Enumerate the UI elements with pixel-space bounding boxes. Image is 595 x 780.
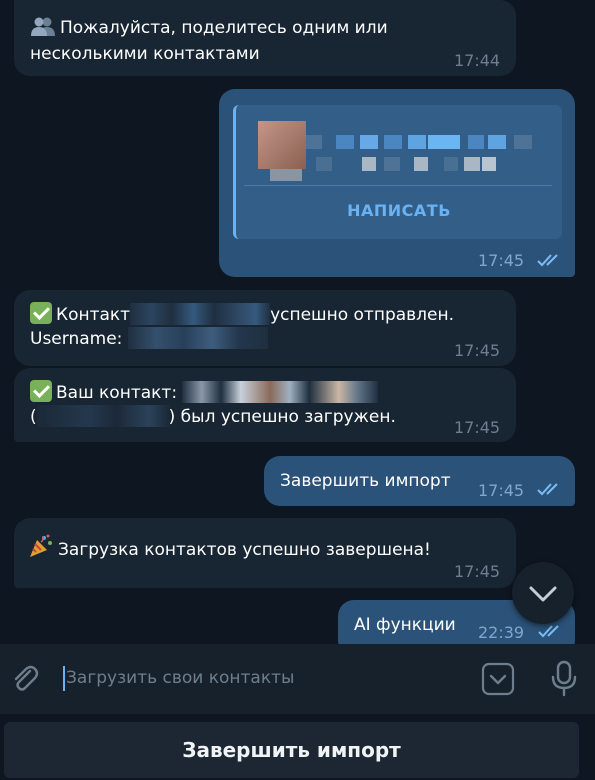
read-double-check-icon bbox=[537, 483, 558, 496]
read-double-check-icon bbox=[537, 254, 558, 267]
message-text: Ваш контакт: bbox=[56, 383, 178, 403]
read-double-check-icon bbox=[538, 625, 559, 638]
message-text: Завершить импорт bbox=[280, 471, 451, 491]
message-time: 17:45 bbox=[478, 251, 525, 270]
incoming-message[interactable]: Пожалуйста, поделитесь одним или несколь… bbox=[14, 0, 516, 76]
redacted-username bbox=[127, 327, 268, 349]
redacted-contact-name bbox=[130, 303, 271, 325]
text-cursor bbox=[63, 666, 65, 691]
message-text: Пожалуйста, поделитесь одним или bbox=[60, 18, 388, 38]
scroll-to-bottom-button[interactable] bbox=[512, 562, 574, 624]
incoming-message[interactable]: Загрузка контактов успешно завершена! 17… bbox=[14, 518, 516, 588]
message-input[interactable]: Загрузить свои контакты bbox=[66, 665, 466, 691]
message-text: успешно отправлен. bbox=[270, 305, 455, 325]
message-time: 17:45 bbox=[454, 341, 501, 360]
outgoing-contact-message[interactable]: НАПИСАТЬ 17:45 bbox=[219, 89, 575, 277]
chat-history: Пожалуйста, поделитесь одним или несколь… bbox=[0, 0, 595, 644]
card-divider bbox=[244, 185, 552, 186]
message-time: 22:39 bbox=[478, 623, 525, 642]
microphone-icon[interactable] bbox=[549, 660, 579, 698]
message-text: Контакт bbox=[56, 305, 131, 325]
message-text: несколькими контактами bbox=[30, 44, 260, 64]
redacted-phone bbox=[36, 405, 169, 427]
message-text: ( bbox=[30, 407, 37, 427]
message-composer: Загрузить свои контакты bbox=[0, 644, 595, 714]
bot-keyboard-toggle-button[interactable] bbox=[481, 662, 515, 696]
message-time: 17:45 bbox=[478, 481, 525, 500]
check-mark-icon bbox=[30, 380, 52, 402]
chevron-down-icon bbox=[529, 586, 557, 602]
incoming-message[interactable]: Контакт успешно отправлен. Username: 17:4… bbox=[14, 290, 516, 366]
redacted-contact-name bbox=[182, 381, 379, 403]
message-time: 17:44 bbox=[454, 51, 501, 70]
message-text: ) был успешно загружен. bbox=[168, 407, 396, 427]
keyboard-toggle-icon bbox=[481, 662, 515, 696]
busts-in-silhouette-icon bbox=[30, 16, 56, 43]
check-mark-icon bbox=[30, 302, 52, 324]
party-popper-icon bbox=[28, 534, 54, 565]
message-time: 17:45 bbox=[454, 562, 501, 581]
bot-reply-keyboard: Завершить импорт bbox=[0, 714, 595, 780]
message-text: Username: bbox=[30, 329, 123, 349]
finish-import-button[interactable]: Завершить импорт bbox=[4, 722, 579, 778]
contact-card[interactable]: НАПИСАТЬ bbox=[233, 105, 562, 239]
outgoing-message[interactable]: Завершить импорт 17:45 bbox=[264, 456, 575, 506]
message-time: 17:45 bbox=[454, 418, 501, 437]
message-text: Загрузка контактов успешно завершена! bbox=[58, 540, 431, 560]
write-button[interactable]: НАПИСАТЬ bbox=[236, 199, 562, 222]
contact-preview-blurred bbox=[258, 121, 558, 181]
incoming-message[interactable]: Ваш контакт: ( ) был успешно загружен. 17… bbox=[14, 368, 516, 442]
paperclip-icon[interactable] bbox=[8, 662, 42, 696]
message-text: AI функции bbox=[354, 615, 456, 635]
